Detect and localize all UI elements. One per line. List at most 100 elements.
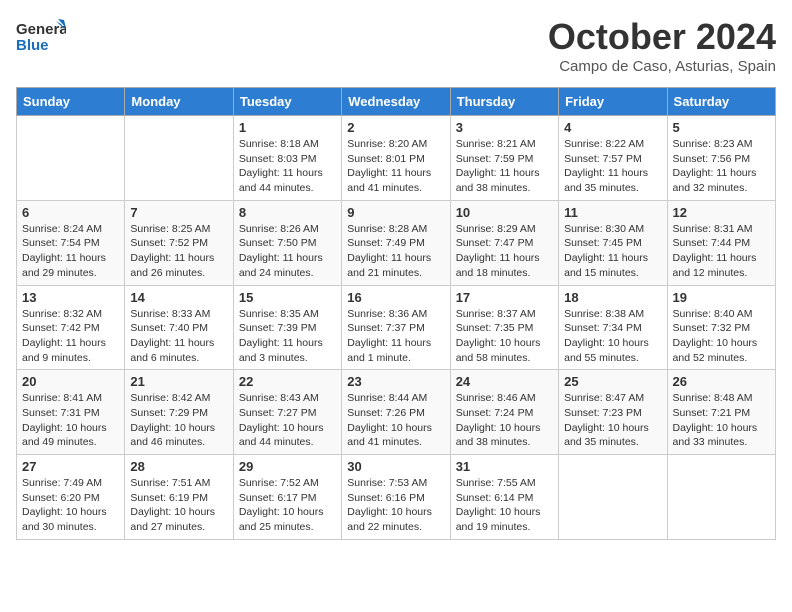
weekday-header-thursday: Thursday (450, 88, 558, 116)
calendar-cell: 4 Sunrise: 8:22 AM Sunset: 7:57 PM Daylig… (559, 116, 667, 201)
day-info: Sunrise: 8:31 AM Sunset: 7:44 PM Dayligh… (673, 222, 770, 281)
calendar-cell: 20 Sunrise: 8:41 AM Sunset: 7:31 PM Dayli… (17, 370, 125, 455)
day-info: Sunrise: 8:47 AM Sunset: 7:23 PM Dayligh… (564, 391, 661, 450)
weekday-header-monday: Monday (125, 88, 233, 116)
calendar-cell: 7 Sunrise: 8:25 AM Sunset: 7:52 PM Daylig… (125, 200, 233, 285)
day-info: Sunrise: 8:41 AM Sunset: 7:31 PM Dayligh… (22, 391, 119, 450)
location-subtitle: Campo de Caso, Asturias, Spain (548, 58, 776, 75)
day-info: Sunrise: 7:51 AM Sunset: 6:19 PM Dayligh… (130, 476, 227, 535)
day-info: Sunrise: 7:55 AM Sunset: 6:14 PM Dayligh… (456, 476, 553, 535)
calendar-cell: 18 Sunrise: 8:38 AM Sunset: 7:34 PM Dayli… (559, 285, 667, 370)
calendar-cell: 12 Sunrise: 8:31 AM Sunset: 7:44 PM Dayli… (667, 200, 775, 285)
day-number: 20 (22, 374, 119, 389)
day-number: 16 (347, 290, 444, 305)
day-info: Sunrise: 8:38 AM Sunset: 7:34 PM Dayligh… (564, 307, 661, 366)
day-info: Sunrise: 7:53 AM Sunset: 6:16 PM Dayligh… (347, 476, 444, 535)
day-number: 18 (564, 290, 661, 305)
header: General Blue October 2024 Campo de Caso,… (16, 16, 776, 75)
calendar-cell: 1Sunrise: 8:18 AM Sunset: 8:03 PM Daylig… (233, 116, 341, 201)
calendar-cell: 28 Sunrise: 7:51 AM Sunset: 6:19 PM Dayli… (125, 455, 233, 540)
day-info: Sunrise: 8:48 AM Sunset: 7:21 PM Dayligh… (673, 391, 770, 450)
day-info: Sunrise: 8:35 AM Sunset: 7:39 PM Dayligh… (239, 307, 336, 366)
day-info: Sunrise: 8:36 AM Sunset: 7:37 PM Dayligh… (347, 307, 444, 366)
calendar-cell: 8Sunrise: 8:26 AM Sunset: 7:50 PM Daylig… (233, 200, 341, 285)
calendar-week-row: 13 Sunrise: 8:32 AM Sunset: 7:42 PM Dayli… (17, 285, 776, 370)
day-info: Sunrise: 8:24 AM Sunset: 7:54 PM Dayligh… (22, 222, 119, 281)
day-info: Sunrise: 8:42 AM Sunset: 7:29 PM Dayligh… (130, 391, 227, 450)
day-info: Sunrise: 7:49 AM Sunset: 6:20 PM Dayligh… (22, 476, 119, 535)
day-number: 8 (239, 205, 336, 220)
day-number: 21 (130, 374, 227, 389)
day-number: 13 (22, 290, 119, 305)
calendar-cell: 30 Sunrise: 7:53 AM Sunset: 6:16 PM Dayli… (342, 455, 450, 540)
day-info: Sunrise: 8:23 AM Sunset: 7:56 PM Dayligh… (673, 137, 770, 196)
day-info: Sunrise: 8:40 AM Sunset: 7:32 PM Dayligh… (673, 307, 770, 366)
weekday-header-row: SundayMondayTuesdayWednesdayThursdayFrid… (17, 88, 776, 116)
day-number: 12 (673, 205, 770, 220)
calendar-cell: 17 Sunrise: 8:37 AM Sunset: 7:35 PM Dayli… (450, 285, 558, 370)
calendar-cell: 14 Sunrise: 8:33 AM Sunset: 7:40 PM Dayli… (125, 285, 233, 370)
day-number: 17 (456, 290, 553, 305)
calendar-cell: 13 Sunrise: 8:32 AM Sunset: 7:42 PM Dayli… (17, 285, 125, 370)
calendar-cell: 22 Sunrise: 8:43 AM Sunset: 7:27 PM Dayli… (233, 370, 341, 455)
weekday-header-friday: Friday (559, 88, 667, 116)
calendar-cell (17, 116, 125, 201)
day-number: 15 (239, 290, 336, 305)
day-info: Sunrise: 8:37 AM Sunset: 7:35 PM Dayligh… (456, 307, 553, 366)
day-number: 28 (130, 459, 227, 474)
calendar-cell: 21 Sunrise: 8:42 AM Sunset: 7:29 PM Dayli… (125, 370, 233, 455)
day-number: 30 (347, 459, 444, 474)
day-info: Sunrise: 8:22 AM Sunset: 7:57 PM Dayligh… (564, 137, 661, 196)
calendar-cell: 15 Sunrise: 8:35 AM Sunset: 7:39 PM Dayli… (233, 285, 341, 370)
day-number: 11 (564, 205, 661, 220)
calendar-cell: 16 Sunrise: 8:36 AM Sunset: 7:37 PM Dayli… (342, 285, 450, 370)
day-info: Sunrise: 8:44 AM Sunset: 7:26 PM Dayligh… (347, 391, 444, 450)
calendar-week-row: 6 Sunrise: 8:24 AM Sunset: 7:54 PM Daylig… (17, 200, 776, 285)
day-info: Sunrise: 8:29 AM Sunset: 7:47 PM Dayligh… (456, 222, 553, 281)
calendar-cell (667, 455, 775, 540)
weekday-header-saturday: Saturday (667, 88, 775, 116)
day-number: 5 (673, 120, 770, 135)
day-number: 2 (347, 120, 444, 135)
calendar-cell: 27Sunrise: 7:49 AM Sunset: 6:20 PM Dayli… (17, 455, 125, 540)
calendar-cell: 11 Sunrise: 8:30 AM Sunset: 7:45 PM Dayli… (559, 200, 667, 285)
day-number: 6 (22, 205, 119, 220)
calendar-cell: 19Sunrise: 8:40 AM Sunset: 7:32 PM Dayli… (667, 285, 775, 370)
logo-icon: General Blue (16, 16, 66, 61)
day-number: 9 (347, 205, 444, 220)
day-number: 7 (130, 205, 227, 220)
day-info: Sunrise: 8:32 AM Sunset: 7:42 PM Dayligh… (22, 307, 119, 366)
calendar-cell (559, 455, 667, 540)
logo: General Blue (16, 16, 66, 61)
svg-text:General: General (16, 21, 66, 38)
weekday-header-sunday: Sunday (17, 88, 125, 116)
day-info: Sunrise: 8:21 AM Sunset: 7:59 PM Dayligh… (456, 137, 553, 196)
day-number: 26 (673, 374, 770, 389)
calendar-week-row: 1Sunrise: 8:18 AM Sunset: 8:03 PM Daylig… (17, 116, 776, 201)
calendar-cell (125, 116, 233, 201)
day-info: Sunrise: 7:52 AM Sunset: 6:17 PM Dayligh… (239, 476, 336, 535)
calendar-week-row: 27Sunrise: 7:49 AM Sunset: 6:20 PM Dayli… (17, 455, 776, 540)
day-number: 4 (564, 120, 661, 135)
day-number: 22 (239, 374, 336, 389)
day-number: 14 (130, 290, 227, 305)
day-info: Sunrise: 8:25 AM Sunset: 7:52 PM Dayligh… (130, 222, 227, 281)
weekday-header-tuesday: Tuesday (233, 88, 341, 116)
calendar-cell: 6 Sunrise: 8:24 AM Sunset: 7:54 PM Daylig… (17, 200, 125, 285)
calendar-cell: 23Sunrise: 8:44 AM Sunset: 7:26 PM Dayli… (342, 370, 450, 455)
calendar-table: SundayMondayTuesdayWednesdayThursdayFrid… (16, 87, 776, 540)
day-info: Sunrise: 8:30 AM Sunset: 7:45 PM Dayligh… (564, 222, 661, 281)
calendar-cell: 24Sunrise: 8:46 AM Sunset: 7:24 PM Dayli… (450, 370, 558, 455)
calendar-cell: 29Sunrise: 7:52 AM Sunset: 6:17 PM Dayli… (233, 455, 341, 540)
day-info: Sunrise: 8:43 AM Sunset: 7:27 PM Dayligh… (239, 391, 336, 450)
calendar-cell: 26 Sunrise: 8:48 AM Sunset: 7:21 PM Dayli… (667, 370, 775, 455)
calendar-cell: 25Sunrise: 8:47 AM Sunset: 7:23 PM Dayli… (559, 370, 667, 455)
svg-text:Blue: Blue (16, 37, 49, 54)
day-info: Sunrise: 8:20 AM Sunset: 8:01 PM Dayligh… (347, 137, 444, 196)
calendar-cell: 31Sunrise: 7:55 AM Sunset: 6:14 PM Dayli… (450, 455, 558, 540)
calendar-cell: 5 Sunrise: 8:23 AM Sunset: 7:56 PM Daylig… (667, 116, 775, 201)
day-info: Sunrise: 8:28 AM Sunset: 7:49 PM Dayligh… (347, 222, 444, 281)
day-info: Sunrise: 8:33 AM Sunset: 7:40 PM Dayligh… (130, 307, 227, 366)
calendar-cell: 9 Sunrise: 8:28 AM Sunset: 7:49 PM Daylig… (342, 200, 450, 285)
weekday-header-wednesday: Wednesday (342, 88, 450, 116)
